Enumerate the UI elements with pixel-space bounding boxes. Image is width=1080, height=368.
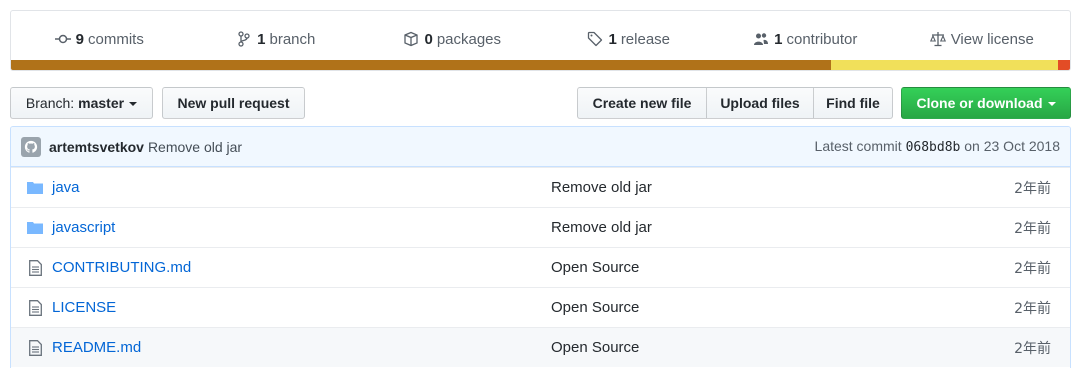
license-link[interactable]: View license bbox=[894, 31, 1071, 48]
branch-icon bbox=[236, 31, 252, 47]
license-label: View license bbox=[950, 30, 1034, 48]
branches-count: 1 bbox=[257, 30, 266, 48]
file-age: 2年前 bbox=[1014, 220, 1051, 237]
file-commit-message[interactable]: Open Source bbox=[551, 259, 639, 276]
packages-link[interactable]: 0 packages bbox=[364, 31, 541, 48]
releases-link[interactable]: 1 release bbox=[541, 31, 718, 48]
releases-label: release bbox=[620, 30, 671, 48]
latest-commit-info: Latest commit 068bd8b on 23 Oct 2018 bbox=[815, 138, 1060, 155]
file-name-link[interactable]: CONTRIBUTING.md bbox=[52, 259, 551, 276]
language-segment-2[interactable] bbox=[1058, 60, 1070, 70]
file-name-link[interactable]: javascript bbox=[52, 219, 551, 236]
find-file-button[interactable]: Find file bbox=[813, 87, 893, 119]
file-age: 2年前 bbox=[1014, 340, 1051, 357]
releases-count: 1 bbox=[608, 30, 617, 48]
upload-files-button[interactable]: Upload files bbox=[706, 87, 814, 119]
avatar[interactable] bbox=[21, 136, 41, 157]
packages-count: 0 bbox=[424, 30, 433, 48]
latest-commit-bar: artemtsvetkov Remove old jar Latest comm… bbox=[11, 127, 1070, 167]
package-icon bbox=[403, 31, 419, 47]
file-text-icon bbox=[26, 299, 44, 316]
people-icon bbox=[753, 31, 769, 47]
commits-count: 9 bbox=[75, 30, 84, 48]
contributors-count: 1 bbox=[774, 30, 783, 48]
file-commit-message[interactable]: Open Source bbox=[551, 339, 639, 356]
create-new-file-button[interactable]: Create new file bbox=[577, 87, 707, 119]
clone-or-download-button[interactable]: Clone or download bbox=[901, 87, 1071, 119]
file-text-icon bbox=[26, 339, 44, 356]
file-name-link[interactable]: java bbox=[52, 179, 551, 196]
file-commit-message[interactable]: Open Source bbox=[551, 299, 639, 316]
commits-label: commits bbox=[88, 30, 144, 48]
commit-icon bbox=[54, 31, 71, 47]
chevron-down-icon bbox=[129, 102, 138, 106]
folder-icon bbox=[26, 181, 44, 194]
branch-prefix-label: Branch: bbox=[25, 95, 75, 111]
language-segment-0[interactable] bbox=[11, 60, 831, 70]
file-row-javascript[interactable]: javascript Remove old jar 2年前 bbox=[11, 207, 1070, 247]
commits-link[interactable]: 9 commits bbox=[11, 31, 188, 48]
commit-date: on 23 Oct 2018 bbox=[964, 138, 1060, 154]
tag-icon bbox=[587, 31, 603, 47]
file-row-license[interactable]: LICENSE Open Source 2年前 bbox=[11, 287, 1070, 327]
new-pull-request-button[interactable]: New pull request bbox=[162, 87, 305, 119]
clone-label: Clone or download bbox=[916, 95, 1043, 111]
commit-sha-link[interactable]: 068bd8b bbox=[906, 140, 961, 155]
commit-message-link[interactable]: Remove old jar bbox=[148, 139, 242, 155]
language-segment-1[interactable] bbox=[830, 60, 1059, 70]
file-row-contributing[interactable]: CONTRIBUTING.md Open Source 2年前 bbox=[11, 247, 1070, 287]
file-table: artemtsvetkov Remove old jar Latest comm… bbox=[10, 126, 1071, 368]
chevron-down-icon bbox=[1047, 102, 1056, 106]
branch-select-button[interactable]: Branch: master bbox=[10, 87, 153, 119]
file-row-readme[interactable]: README.md Open Source 2年前 bbox=[11, 327, 1070, 367]
file-row-java[interactable]: java Remove old jar 2年前 bbox=[11, 167, 1070, 207]
branches-link[interactable]: 1 branch bbox=[188, 31, 365, 48]
contributors-label: contributor bbox=[786, 30, 858, 48]
commit-author-link[interactable]: artemtsvetkov bbox=[49, 139, 144, 155]
language-bar[interactable] bbox=[11, 60, 1070, 70]
law-icon bbox=[929, 31, 946, 47]
file-age: 2年前 bbox=[1014, 180, 1051, 197]
folder-icon bbox=[26, 221, 44, 234]
file-age: 2年前 bbox=[1014, 260, 1051, 277]
latest-commit-label: Latest commit bbox=[814, 138, 902, 154]
file-commit-message[interactable]: Remove old jar bbox=[551, 179, 652, 196]
file-name-link[interactable]: LICENSE bbox=[52, 299, 551, 316]
file-name-link[interactable]: README.md bbox=[52, 339, 551, 356]
file-text-icon bbox=[26, 259, 44, 276]
file-age: 2年前 bbox=[1014, 300, 1051, 317]
file-commit-message[interactable]: Remove old jar bbox=[551, 219, 652, 236]
branches-label: branch bbox=[269, 30, 316, 48]
repo-summary: 9 commits 1 branch 0 packages 1 release bbox=[10, 10, 1071, 71]
branch-name: master bbox=[78, 95, 125, 111]
contributors-link[interactable]: 1 contributor bbox=[717, 31, 894, 48]
packages-label: packages bbox=[436, 30, 502, 48]
